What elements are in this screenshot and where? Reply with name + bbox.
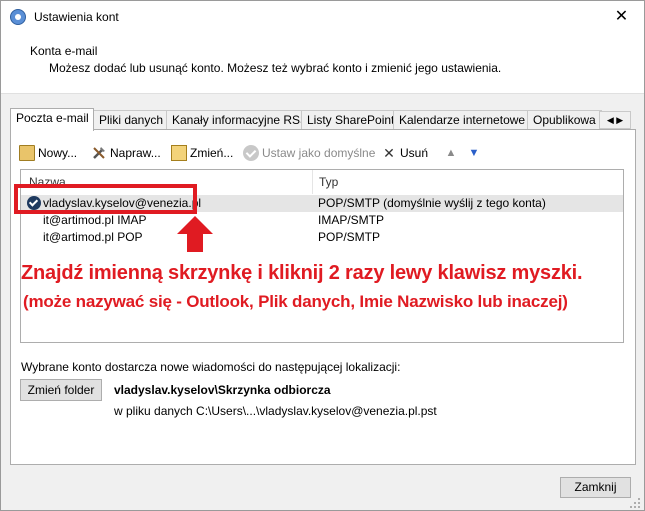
tab-email[interactable]: Poczta e-mail xyxy=(10,108,94,131)
move-up-button[interactable]: ▲ xyxy=(443,143,462,163)
account-row[interactable]: it@artimod.pl POP POP/SMTP xyxy=(21,229,623,246)
new-account-button[interactable]: Nowy... xyxy=(19,143,77,163)
delivery-location-label: Wybrane konto dostarcza nowe wiadomości … xyxy=(21,360,401,374)
repair-tools-icon xyxy=(91,145,107,161)
remove-x-icon: ✕ xyxy=(383,144,395,161)
tab-published-calendars[interactable]: Opublikowa xyxy=(527,110,602,129)
account-type: POP/SMTP (domyślnie wyślij z tego konta) xyxy=(318,196,546,210)
account-settings-window: Ustawienia kont ✕ Konta e-mail Możesz do… xyxy=(0,0,645,511)
window-title: Ustawienia kont xyxy=(34,10,119,24)
account-settings-icon xyxy=(10,9,26,25)
tab-internet-calendars[interactable]: Kalendarze internetowe xyxy=(393,110,528,129)
close-window-icon[interactable]: ✕ xyxy=(599,1,644,33)
set-default-check-icon xyxy=(243,144,259,161)
arrow-down-icon: ▼ xyxy=(468,146,480,159)
column-header-type[interactable]: Typ xyxy=(319,170,338,194)
tab-sharepoint-lists[interactable]: Listy SharePoint xyxy=(301,110,394,129)
new-account-label: Nowy... xyxy=(38,146,78,160)
tab-data-files[interactable]: Pliki danych xyxy=(93,110,167,129)
header-title: Konta e-mail xyxy=(30,44,98,58)
account-type: POP/SMTP xyxy=(318,230,381,244)
tab-scroll-arrows[interactable]: ◀ ▶ xyxy=(599,111,631,129)
arrow-up-icon: ▲ xyxy=(445,146,457,159)
change-account-label: Zmień... xyxy=(190,146,234,160)
account-row[interactable]: it@artimod.pl IMAP IMAP/SMTP xyxy=(21,212,623,229)
change-account-button[interactable]: Zmień... xyxy=(171,143,233,163)
instruction-line-2: (może nazywać się - Outlook, Plik danych… xyxy=(23,292,568,311)
account-name: it@artimod.pl IMAP xyxy=(43,213,147,227)
dialog-header: Konta e-mail Możesz dodać lub usunąć kon… xyxy=(1,33,644,94)
account-type: IMAP/SMTP xyxy=(318,213,385,227)
header-description: Możesz dodać lub usunąć konto. Możesz te… xyxy=(49,61,502,75)
pointer-arrow-icon xyxy=(177,216,213,252)
change-folder-button[interactable]: Zmień folder xyxy=(20,379,102,401)
tab-rss-feeds[interactable]: Kanały informacyjne RSS xyxy=(166,110,302,129)
repair-label: Napraw... xyxy=(110,146,161,160)
tab-strip: Poczta e-mail Pliki danych Kanały inform… xyxy=(10,108,612,131)
move-down-button[interactable]: ▼ xyxy=(466,143,485,163)
account-name: it@artimod.pl POP xyxy=(43,230,143,244)
repair-button[interactable]: Napraw... xyxy=(91,143,161,163)
new-account-icon xyxy=(19,144,35,161)
delivery-folder-name: vladyslav.kyselov\Skrzynka odbiorcza xyxy=(114,383,331,397)
account-toolbar: Nowy... Napraw... Zmień... Ustaw jako do… xyxy=(19,143,519,163)
resize-grip-icon[interactable] xyxy=(629,497,641,509)
change-account-icon xyxy=(171,144,187,161)
remove-account-label: Usuń xyxy=(400,146,429,160)
title-bar: Ustawienia kont ✕ xyxy=(1,1,644,33)
close-button[interactable]: Zamknij xyxy=(560,477,631,498)
column-separator xyxy=(312,170,313,194)
highlight-frame xyxy=(14,184,197,214)
instruction-line-1: Znajdź imienną skrzynkę i kliknij 2 razy… xyxy=(21,262,583,284)
set-default-label: Ustaw jako domyślne xyxy=(262,146,376,160)
set-default-button[interactable]: Ustaw jako domyślne xyxy=(243,143,375,163)
remove-account-button[interactable]: ✕ Usuń xyxy=(381,143,428,163)
delivery-folder-path: w pliku danych C:\Users\...\vladyslav.ky… xyxy=(114,404,437,418)
